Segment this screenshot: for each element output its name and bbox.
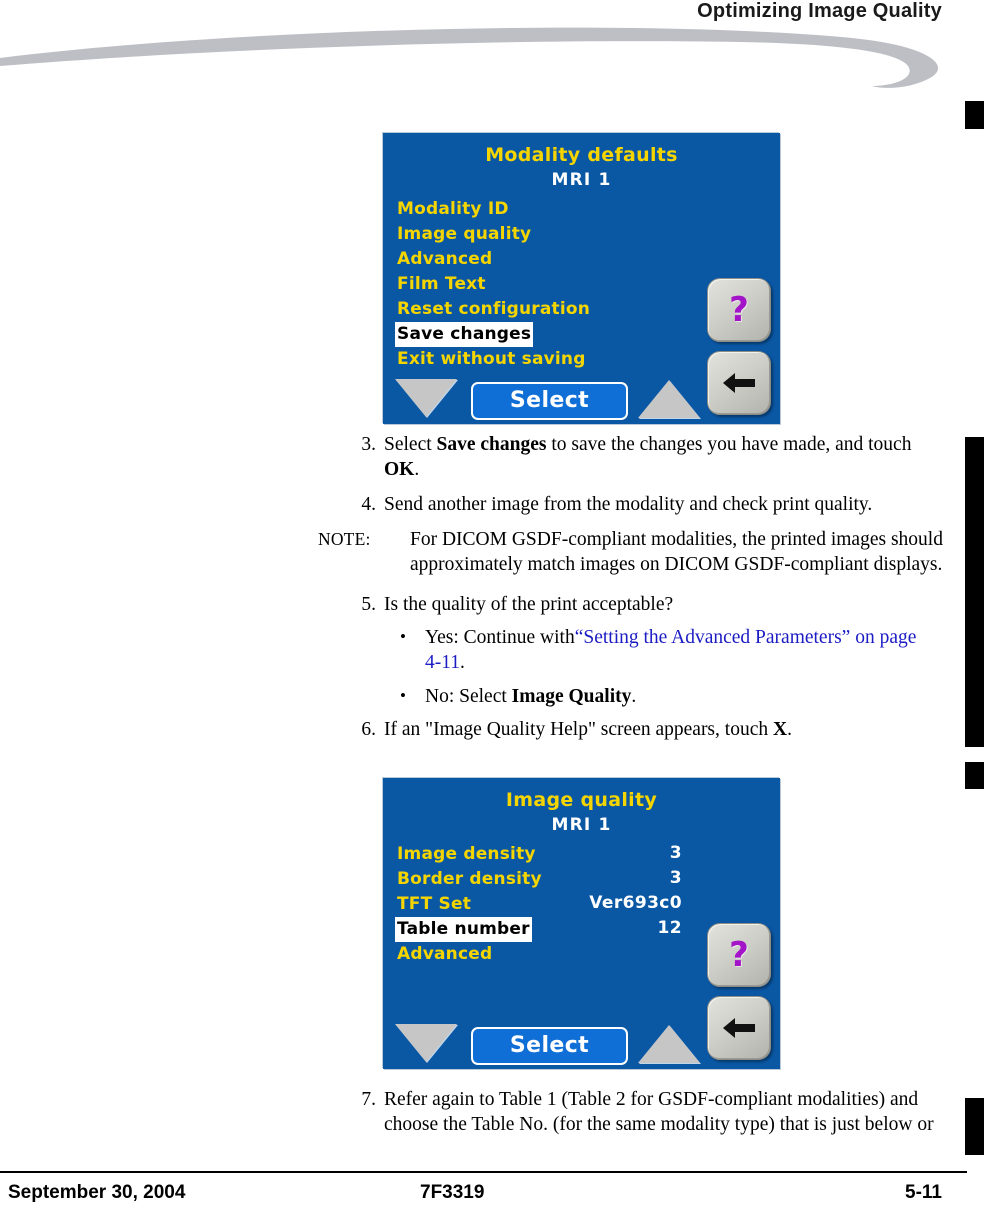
bullet-text-bold: Image Quality [511,686,632,707]
note-marker: NOTE: [318,529,371,549]
screen-subtitle: MRI 1 [551,170,612,190]
back-arrow-icon [723,373,755,393]
screen-title: Image quality [505,789,658,811]
menu-item-label: Advanced [397,249,493,269]
margin-thumb-tab [965,437,984,747]
bullet-marker: • [400,686,406,705]
bullet-marker: • [400,627,406,646]
step-3: 3. Select Save changes to save the chang… [351,432,951,482]
step-5: 5. Is the quality of the print acceptabl… [351,592,951,617]
margin-thumb-tab [965,762,984,789]
back-arrow-icon [723,1018,755,1038]
step-text: Select Save changes to save the changes … [384,434,911,480]
step-text-part: to save the changes you have made, and t… [546,434,912,455]
help-button[interactable]: ? [707,278,771,342]
step-7: 7. Refer again to Table 1 (Table 2 for G… [351,1087,951,1137]
bullet-text-part: . [460,652,465,673]
menu-item-label: Image density [397,844,536,864]
footer-document-id: 7F3319 [420,1182,485,1203]
menu-item-label: Table number [395,917,532,942]
menu-item-label: Advanced [397,944,493,964]
scroll-up-arrow-icon[interactable] [638,1025,700,1063]
menu-item-value: 3 [669,843,682,863]
step-text: Is the quality of the print acceptable? [384,594,674,615]
menu-item-value: 3 [669,868,682,888]
step-text-part: . [414,459,420,480]
menu-item-label: Border density [397,869,542,889]
step-text-bold: X [772,719,788,740]
scroll-down-arrow-icon[interactable] [395,379,457,417]
menu-item-border-density[interactable]: Border density 3 [395,866,768,891]
menu-item-label: Modality ID [397,199,509,219]
margin-thumb-tab [965,1098,984,1155]
menu-item-value: 12 [657,918,682,938]
step-text-bold: Save changes [436,434,547,455]
note-text: For DICOM GSDF-compliant modalities, the… [410,529,943,575]
step-text-part: Select [384,434,437,455]
step-text: Refer again to Table 1 (Table 2 for GSDF… [384,1089,934,1135]
step-4: 4. Send another image from the modality … [351,492,951,517]
footer-page-number: 5-11 [905,1182,942,1203]
step-marker: 3. [361,434,376,455]
scroll-up-arrow-icon[interactable] [638,380,700,418]
menu-item-value: Ver693c0 [589,893,682,913]
menu-item-image-density[interactable]: Image density 3 [395,841,768,866]
step-marker: 5. [361,594,376,615]
bullet-text: No: Select Image Quality. [425,686,636,707]
menu-item-label: Reset configuration [397,299,591,319]
margin-thumb-tab [965,101,984,129]
header-swoosh-decoration [0,27,939,88]
menu-item-tft-set[interactable]: TFT Set Ver693c0 [395,891,768,916]
bullet-text-part: Yes: Continue with [425,627,575,648]
menu-item-advanced[interactable]: Advanced [395,246,768,271]
bullet-text-part: No: Select [425,686,512,707]
device-screen-modality-defaults: Modality defaults MRI 1 Modality ID Imag… [383,133,780,424]
bullet-text: Yes: Continue with“Setting the Advanced … [425,627,916,673]
menu-item-modality-id[interactable]: Modality ID [395,196,768,221]
screen-title: Modality defaults [485,144,678,166]
device-screen-image-quality: Image quality MRI 1 Image density 3 Bord… [383,778,780,1069]
question-mark-icon: ? [729,935,749,975]
select-button[interactable]: Select [471,382,628,420]
menu-item-label: Image quality [397,224,532,244]
footer-date: September 30, 2004 [8,1182,186,1203]
footer-divider [0,1171,967,1173]
menu-item-label: Save changes [395,322,534,347]
step-text-part: If an "Image Quality Help" screen appear… [384,719,773,740]
menu-item-image-quality[interactable]: Image quality [395,221,768,246]
back-button[interactable] [707,351,771,415]
step-text-bold: OK [384,459,415,480]
bullet-text-part: . [631,686,637,707]
step-5-bullet-no: • No: Select Image Quality. [394,684,931,709]
step-marker: 4. [361,494,376,515]
step-text: If an "Image Quality Help" screen appear… [384,719,792,740]
step-6: 6. If an "Image Quality Help" screen app… [351,717,951,742]
step-marker: 7. [361,1089,376,1110]
select-button[interactable]: Select [471,1027,628,1065]
step-text-part: . [787,719,792,740]
note-block: NOTE: For DICOM GSDF-compliant modalitie… [318,527,951,577]
menu-item-label: TFT Set [397,894,472,914]
screen-subtitle: MRI 1 [551,815,612,835]
menu-item-label: Exit without saving [397,349,586,369]
step-text: Send another image from the modality and… [384,494,873,515]
step-marker: 6. [361,719,376,740]
back-button[interactable] [707,996,771,1060]
menu-item-label: Film Text [397,274,486,294]
help-button[interactable]: ? [707,923,771,987]
step-5-bullet-yes: • Yes: Continue with“Setting the Advance… [394,625,931,675]
question-mark-icon: ? [729,290,749,330]
scroll-down-arrow-icon[interactable] [395,1024,457,1062]
page-title: Optimizing Image Quality [697,0,942,22]
